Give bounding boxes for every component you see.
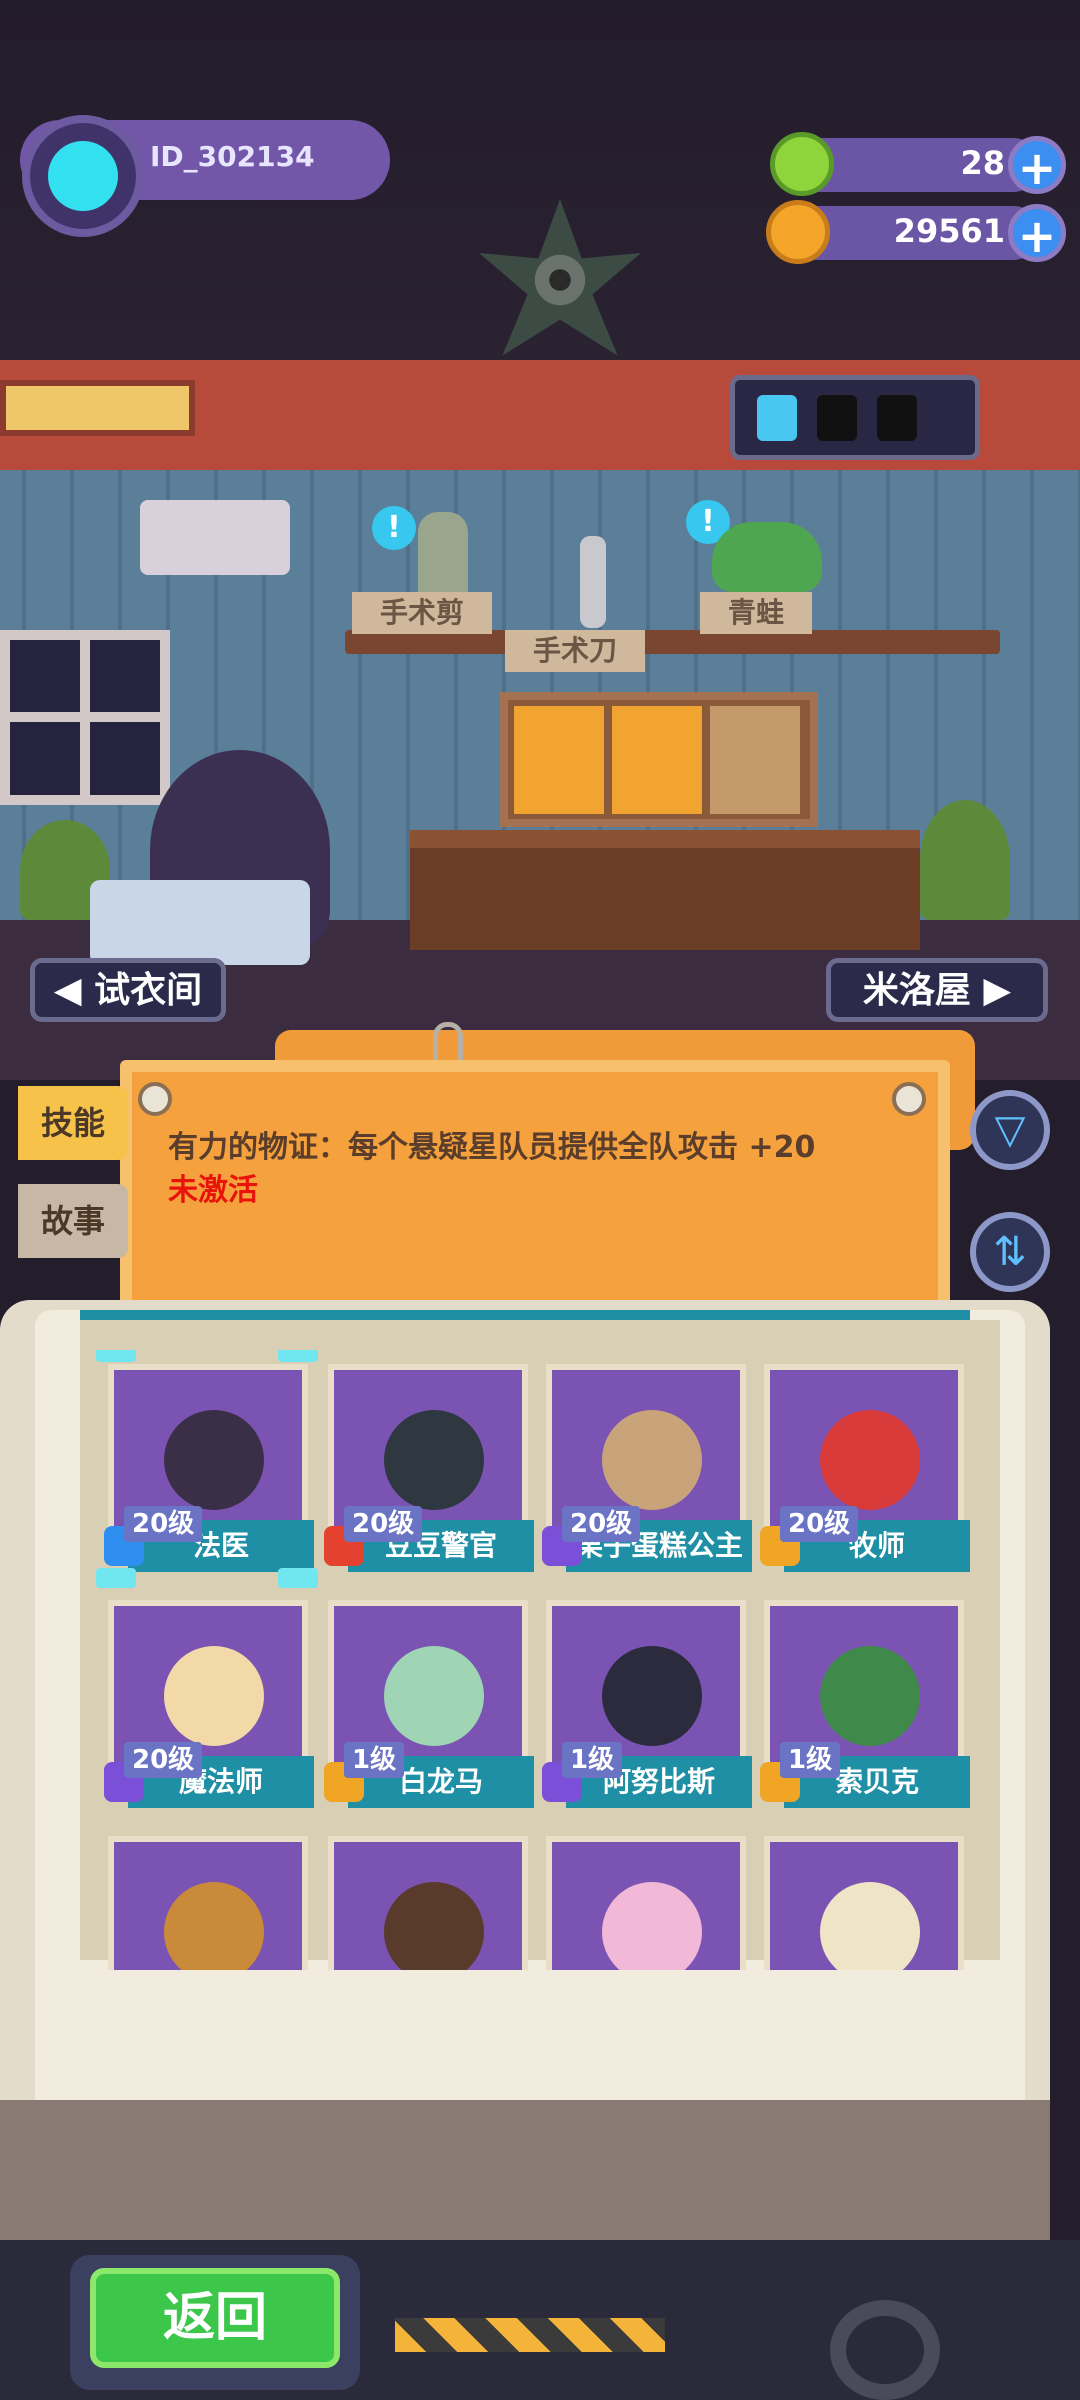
character-card[interactable]: [540, 1822, 752, 1970]
character-portrait: [328, 1836, 528, 1970]
character-face-icon: [602, 1882, 702, 1970]
item-tag-frog[interactable]: 青蛙: [700, 592, 813, 634]
character-portrait: [764, 1836, 964, 1970]
skill-status: 未激活: [168, 1173, 258, 1208]
character-face-icon: [384, 1882, 484, 1970]
character-chair: [90, 880, 310, 965]
milo-house-button[interactable]: 米洛屋 ▶: [826, 958, 1048, 1022]
cat-face-icon: [48, 141, 118, 211]
room-desk: [410, 830, 920, 950]
plant-icon: [920, 800, 1010, 920]
character-card[interactable]: 索贝克 1级: [758, 1586, 970, 1816]
gear-icon: [830, 2300, 940, 2400]
fitting-room-button[interactable]: ◀ 试衣间: [30, 958, 226, 1022]
tab-skill[interactable]: 技能: [18, 1086, 128, 1160]
character-photo-frame: [500, 692, 818, 827]
character-level: 1级: [562, 1742, 623, 1778]
character-card[interactable]: 法医 20级: [96, 1350, 318, 1588]
projector-lamp: [140, 500, 290, 575]
character-card[interactable]: 牧师 20级: [758, 1350, 970, 1580]
character-list: 法医 20级 豆豆警官 20级 栗子蛋糕公主 20级 牧师 20级魔法师 20级 白龙马 1级 阿努比…: [92, 1350, 992, 1970]
add-coin-button[interactable]: +: [1008, 204, 1066, 263]
add-gem-button[interactable]: +: [1008, 136, 1066, 195]
character-face-icon: [602, 1410, 702, 1510]
item-tag-scissors[interactable]: 手术剪: [352, 592, 493, 634]
tab-story[interactable]: 故事: [18, 1184, 128, 1258]
character-face-icon: [384, 1410, 484, 1510]
hazard-stripe: [395, 2318, 665, 2352]
pin-icon: [138, 1082, 172, 1116]
character-face-icon: [820, 1646, 920, 1746]
character-portrait: [108, 1836, 308, 1970]
character-face-icon: [384, 1646, 484, 1746]
ceiling-fan-icon: [479, 199, 641, 356]
character-level: 20级: [780, 1506, 859, 1542]
frog-icon[interactable]: [712, 522, 822, 592]
filter-button[interactable]: ▽: [970, 1090, 1050, 1170]
gem-value: 28: [960, 144, 1005, 182]
character-card[interactable]: 白龙马 1级: [322, 1586, 534, 1816]
character-level: 20级: [124, 1742, 203, 1778]
character-card[interactable]: 魔法师 20级: [102, 1586, 314, 1816]
scalpel-icon[interactable]: [580, 536, 606, 628]
room-window: [0, 630, 170, 805]
character-card[interactable]: 栗子蛋糕公主 20级: [540, 1350, 752, 1580]
character-face-icon: [820, 1410, 920, 1510]
player-id-label: ID_302134: [150, 140, 315, 173]
character-card[interactable]: 阿努比斯 1级: [540, 1586, 752, 1816]
character-level: 1级: [344, 1742, 405, 1778]
battery-indicator: [730, 375, 980, 460]
character-card[interactable]: [322, 1822, 534, 1970]
vent-panel: [0, 380, 195, 436]
selection-corner: [96, 1350, 136, 1362]
character-level: 20级: [562, 1506, 641, 1542]
photo-slot: [612, 706, 702, 814]
book-base: [0, 2100, 1050, 2240]
character-face-icon: [164, 1646, 264, 1746]
back-button[interactable]: 返回: [90, 2268, 340, 2368]
character-card[interactable]: [758, 1822, 970, 1970]
notice-bubble-icon[interactable]: !: [372, 506, 416, 550]
character-level: 1级: [780, 1742, 841, 1778]
scissors-icon[interactable]: [418, 512, 468, 597]
selection-corner: [278, 1568, 318, 1588]
empty-slot-icon: [877, 395, 917, 441]
character-portrait: [546, 1836, 746, 1970]
skill-description: 有力的物证：每个悬疑星队员提供全队攻击 +20: [168, 1130, 816, 1165]
energy-icon: [757, 395, 797, 441]
coin-value: 29561: [893, 212, 1005, 250]
character-level: 20级: [124, 1506, 203, 1542]
character-card[interactable]: 豆豆警官 20级: [322, 1350, 534, 1580]
photo-slot: [710, 706, 800, 814]
character-card[interactable]: [102, 1822, 314, 1970]
selection-corner: [278, 1350, 318, 1362]
selection-corner: [96, 1568, 136, 1588]
player-avatar[interactable]: [22, 115, 144, 237]
character-level: 20级: [344, 1506, 423, 1542]
photo-slot: [514, 706, 604, 814]
character-face-icon: [164, 1410, 264, 1510]
empty-slot-icon: [817, 395, 857, 441]
character-face-icon: [820, 1882, 920, 1970]
character-face-icon: [164, 1882, 264, 1970]
sort-button[interactable]: ⇅: [970, 1212, 1050, 1292]
character-face-icon: [602, 1646, 702, 1746]
pin-icon: [892, 1082, 926, 1116]
item-tag-scalpel[interactable]: 手术刀: [505, 630, 646, 672]
